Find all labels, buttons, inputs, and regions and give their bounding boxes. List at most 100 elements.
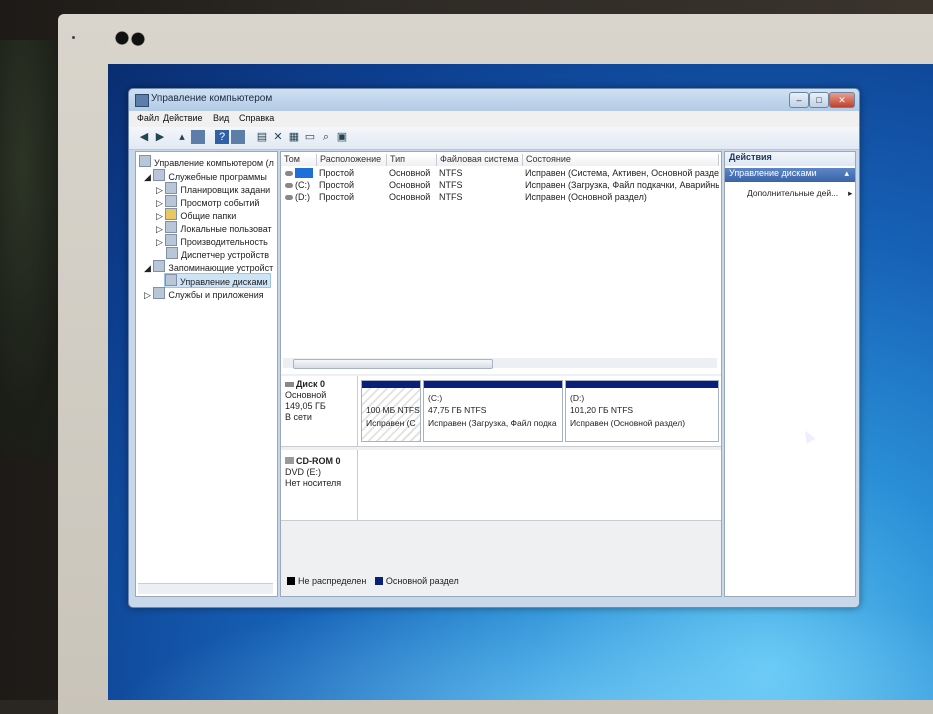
fs-cell: NTFS	[439, 192, 463, 202]
tree-item-label: Производительность	[180, 237, 268, 247]
delete-icon[interactable]: ✕	[271, 130, 285, 144]
tree-item-label: Общие папки	[180, 211, 237, 221]
cdrom-kind: DVD (E:)	[285, 467, 321, 477]
menu-view[interactable]: Вид	[213, 113, 229, 123]
tree-item[interactable]: ◢ Запоминающие устройст	[144, 260, 273, 274]
tree-item-selected[interactable]: Управление дисками	[164, 273, 271, 288]
maximize-button[interactable]: □	[809, 92, 829, 108]
column-header[interactable]: Состояние	[523, 154, 719, 166]
tree-item[interactable]: ▷ Планировщик задани	[156, 182, 270, 196]
tree-item[interactable]: ▷ Просмотр событий	[156, 195, 259, 209]
tree-root[interactable]: Управление компьютером (л	[139, 155, 274, 168]
more-actions-link[interactable]: Дополнительные дей... ▸	[747, 188, 852, 199]
minimize-button[interactable]: –	[789, 92, 809, 108]
column-header[interactable]: Файловая система	[437, 154, 523, 166]
tree-item-label: Запоминающие устройст	[168, 263, 274, 273]
tree-item[interactable]: ▷ Локальные пользоват	[156, 221, 272, 235]
export-icon[interactable]: ▤	[255, 130, 269, 144]
disk-0-row[interactable]: Диск 0 Основной 149,05 ГБ В сети 100 МБ …	[281, 376, 721, 447]
layout-cell: Простой	[319, 168, 355, 178]
performance-icon	[165, 234, 178, 246]
partition-system-reserved[interactable]: 100 МБ NTFS Исправен (С	[361, 380, 421, 442]
bezel-dot	[72, 36, 75, 39]
tree-item-label: Диспетчер устройств	[181, 250, 269, 260]
status-cell: Исправен (Система, Активен, Основной раз…	[525, 168, 719, 178]
volume-name: (C:)	[295, 180, 310, 190]
back-arrow-icon[interactable]: ◀	[137, 130, 151, 144]
volume-name-cell: (C:)	[285, 180, 310, 190]
collapse-icon: ▴	[844, 168, 849, 178]
more-actions-label: Дополнительные дей...	[747, 188, 839, 198]
tree-item-label: Управление дисками	[180, 277, 268, 287]
disk-graphical-view: Диск 0 Основной 149,05 ГБ В сети 100 МБ …	[281, 374, 721, 596]
tree-root-label: Управление компьютером (л	[154, 158, 274, 168]
disk-state: В сети	[285, 412, 312, 422]
layout-cell: Простой	[319, 192, 355, 202]
tree-item[interactable]: ▷ Производительность	[156, 234, 268, 248]
tree-item[interactable]: Диспетчер устройств	[166, 247, 269, 260]
tree-item-label: Просмотр событий	[180, 198, 260, 208]
users-icon	[165, 221, 178, 233]
partition-bar	[362, 381, 420, 388]
partition-size: 47,75 ГБ NTFS	[428, 405, 487, 415]
cdrom-state: Нет носителя	[285, 478, 342, 488]
tree-item[interactable]: ◢ Служебные программы	[144, 169, 267, 183]
disk-size: 149,05 ГБ	[285, 401, 326, 411]
status-cell: Исправен (Основной раздел)	[525, 192, 647, 202]
tree-item-label: Локальные пользоват	[180, 224, 272, 234]
selected-name-highlight	[295, 168, 313, 178]
cdrom-row[interactable]: CD-ROM 0 DVD (E:) Нет носителя	[281, 450, 721, 521]
disk-management-pane: Том Расположение Тип Файловая система Со…	[280, 151, 722, 597]
computer-icon	[139, 155, 151, 167]
legend-unallocated: Не распределен	[298, 576, 367, 586]
navigation-tree: Управление компьютером (л ◢ Служебные пр…	[135, 151, 278, 597]
column-header[interactable]: Том	[281, 154, 317, 166]
app-icon	[135, 94, 149, 107]
tree-item-label: Планировщик задани	[180, 185, 271, 195]
actions-section-disk-management[interactable]: Управление дисками ▴	[725, 168, 855, 182]
scrollbar-thumb[interactable]	[293, 359, 493, 369]
volume-name-cell: (D:)	[285, 192, 310, 202]
volume-list-scrollbar[interactable]	[283, 358, 717, 369]
device-manager-icon	[166, 247, 178, 259]
show-tree-icon[interactable]	[191, 130, 205, 144]
layout-cell: Простой	[319, 180, 355, 190]
help-icon[interactable]: ?	[215, 130, 229, 144]
menu-help[interactable]: Справка	[239, 113, 274, 123]
storage-icon	[153, 260, 166, 272]
partition-name: (D:)	[570, 393, 585, 403]
partition-d[interactable]: (D:) 101,20 ГБ NTFS Исправен (Основной р…	[565, 380, 719, 442]
tree-item[interactable]: ▷ Общие папки	[156, 208, 236, 222]
submenu-arrow-icon: ▸	[848, 188, 853, 198]
tree-item[interactable]: ▷ Службы и приложения	[144, 287, 264, 301]
legend: Не распределен Основной раздел	[285, 576, 459, 586]
tree-scrollbar[interactable]	[138, 583, 273, 594]
settings-icon[interactable]: ▣	[335, 130, 349, 144]
menu-action[interactable]: Действие	[163, 113, 203, 123]
cdrom-title-text: CD-ROM 0	[296, 456, 341, 466]
type-cell: Основной	[389, 180, 431, 190]
up-folder-icon[interactable]: ▴	[175, 130, 189, 144]
open-icon[interactable]: ▭	[303, 130, 317, 144]
actions-pane: Действия Управление дисками ▴ Дополнитель…	[724, 151, 856, 597]
column-header[interactable]: Расположение	[317, 154, 387, 166]
hard-disk-icon	[285, 382, 294, 387]
title-bar[interactable]: Управление компьютером – □ ✕	[129, 89, 859, 111]
partition-bar	[424, 381, 562, 388]
clock-icon	[165, 182, 178, 194]
properties-icon[interactable]	[231, 130, 245, 144]
drive-icon	[285, 171, 293, 176]
menu-file[interactable]: Файл	[137, 113, 159, 123]
primary-swatch	[374, 577, 383, 585]
search-icon[interactable]: ⌕	[319, 130, 333, 144]
fs-cell: NTFS	[439, 168, 463, 178]
close-button[interactable]: ✕	[829, 92, 855, 108]
column-header[interactable]: Тип	[387, 154, 437, 166]
services-icon	[153, 287, 166, 299]
divider	[357, 376, 358, 446]
actions-section-label: Управление дисками	[729, 168, 817, 178]
volume-name: (D:)	[295, 192, 310, 202]
forward-arrow-icon[interactable]: ▶	[153, 130, 167, 144]
partition-c[interactable]: (C:) 47,75 ГБ NTFS Исправен (Загрузка, Ф…	[423, 380, 563, 442]
connect-icon[interactable]: ▦	[287, 130, 301, 144]
